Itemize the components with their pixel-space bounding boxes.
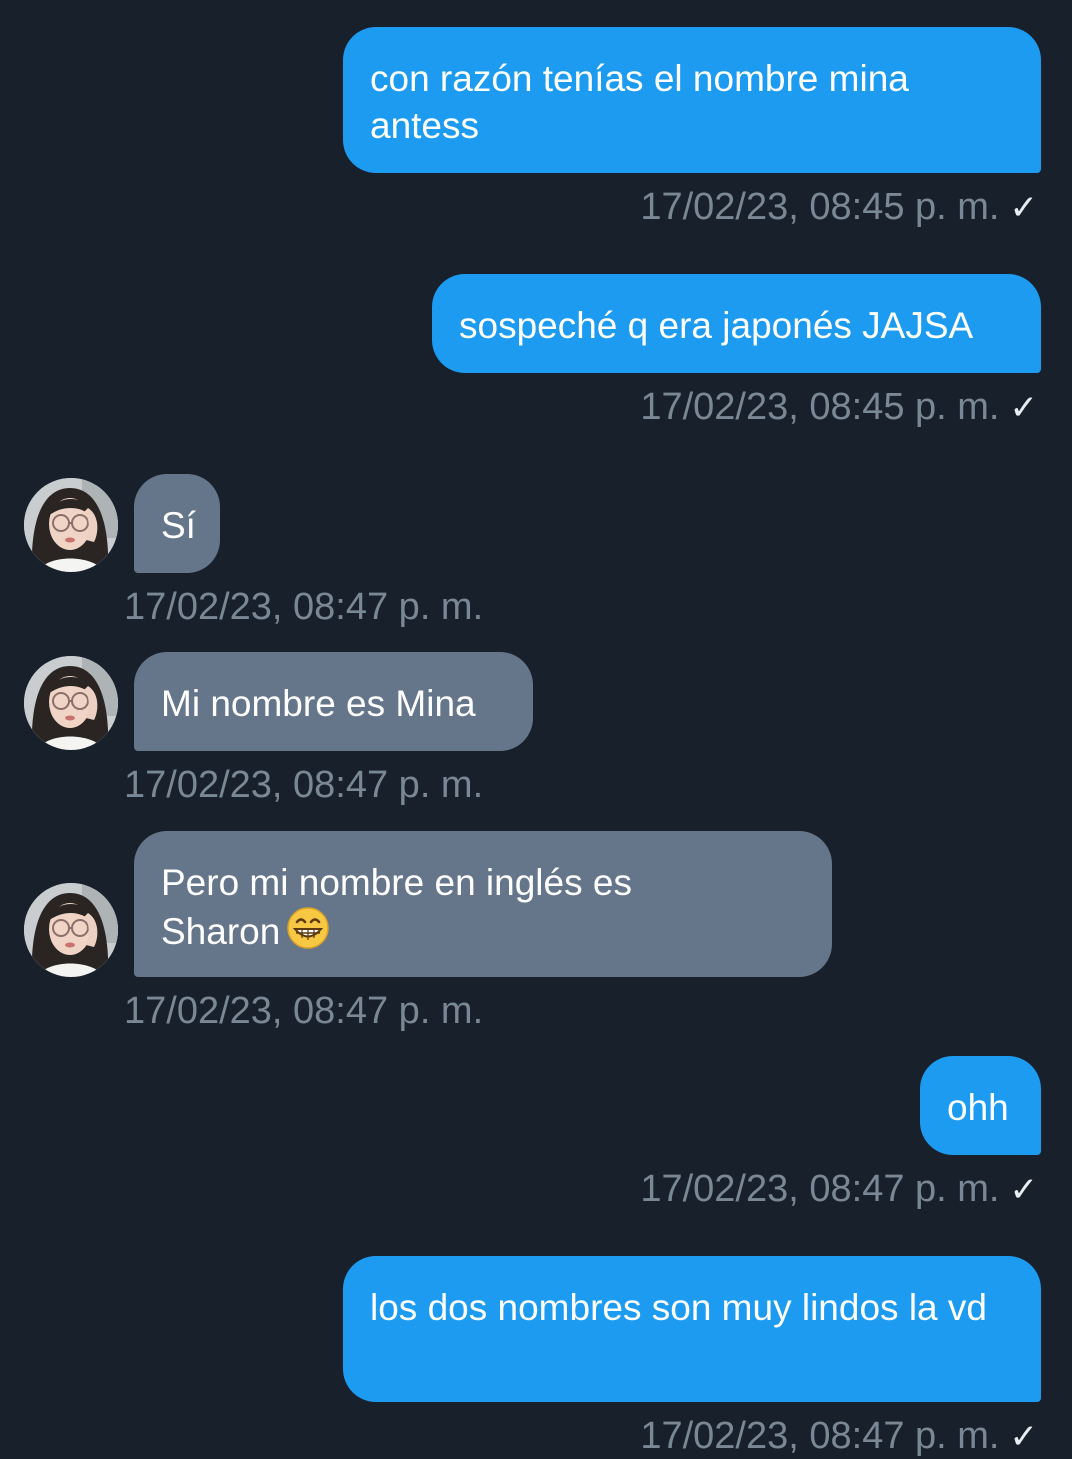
- check-icon: ✓: [1009, 1418, 1039, 1456]
- avatar[interactable]: [24, 883, 118, 977]
- check-icon: ✓: [1009, 189, 1039, 227]
- message-text: Sí: [161, 505, 196, 546]
- message-text: con razón tenías el nombre mina antess: [370, 58, 909, 146]
- message-timestamp-row: 17/02/23, 08:45 p. m. ✓: [640, 185, 1038, 230]
- avatar-photo-icon: [24, 478, 118, 572]
- message-text: sospeché q era japonés JAJSA: [459, 305, 974, 346]
- message-timestamp: 17/02/23, 08:47 p. m.: [124, 586, 484, 628]
- message-timestamp: 17/02/23, 08:47 p. m.: [124, 764, 484, 806]
- message-timestamp: 17/02/23, 08:45 p. m.: [640, 186, 1000, 228]
- sent-message-bubble[interactable]: los dos nombres son muy lindos la vd: [343, 1256, 1041, 1402]
- message-text: Sharon: [161, 911, 281, 952]
- message-text: ohh: [947, 1087, 1009, 1128]
- message-timestamp-row: 17/02/23, 08:45 p. m. ✓: [640, 385, 1038, 430]
- sent-message-bubble[interactable]: ohh: [920, 1056, 1041, 1155]
- message-text: los dos nombres son muy lindos la vd: [370, 1287, 987, 1328]
- message-timestamp-row: 17/02/23, 08:47 p. m. ✓: [640, 1414, 1038, 1459]
- sent-message-bubble[interactable]: sospeché q era japonés JAJSA: [432, 274, 1041, 373]
- avatar[interactable]: [24, 656, 118, 750]
- avatar-photo-icon: [24, 656, 118, 750]
- message-timestamp: 17/02/23, 08:47 p. m.: [640, 1415, 1000, 1457]
- received-message-bubble[interactable]: Pero mi nombre en inglés es Sharon: [134, 831, 832, 977]
- avatar[interactable]: [24, 478, 118, 572]
- message-text-line-with-emoji: Sharon: [161, 906, 805, 961]
- message-timestamp: 17/02/23, 08:47 p. m.: [124, 990, 484, 1032]
- message-timestamp: 17/02/23, 08:45 p. m.: [640, 386, 1000, 428]
- check-icon: ✓: [1009, 1171, 1039, 1209]
- check-icon: ✓: [1009, 389, 1039, 427]
- message-timestamp-row: 17/02/23, 08:47 p. m. ✓: [640, 1167, 1038, 1212]
- avatar-photo-icon: [24, 883, 118, 977]
- message-timestamp: 17/02/23, 08:47 p. m.: [640, 1168, 1000, 1210]
- grinning-face-icon: [286, 906, 330, 961]
- received-message-bubble[interactable]: Sí: [134, 474, 220, 573]
- message-text-line: Pero mi nombre en inglés es: [161, 862, 632, 903]
- message-text: Mi nombre es Mina: [161, 683, 476, 724]
- sent-message-bubble[interactable]: con razón tenías el nombre mina antess: [343, 27, 1041, 173]
- received-message-bubble[interactable]: Mi nombre es Mina: [134, 652, 533, 751]
- conversation-thread: con razón tenías el nombre mina antess 1…: [0, 0, 1072, 1457]
